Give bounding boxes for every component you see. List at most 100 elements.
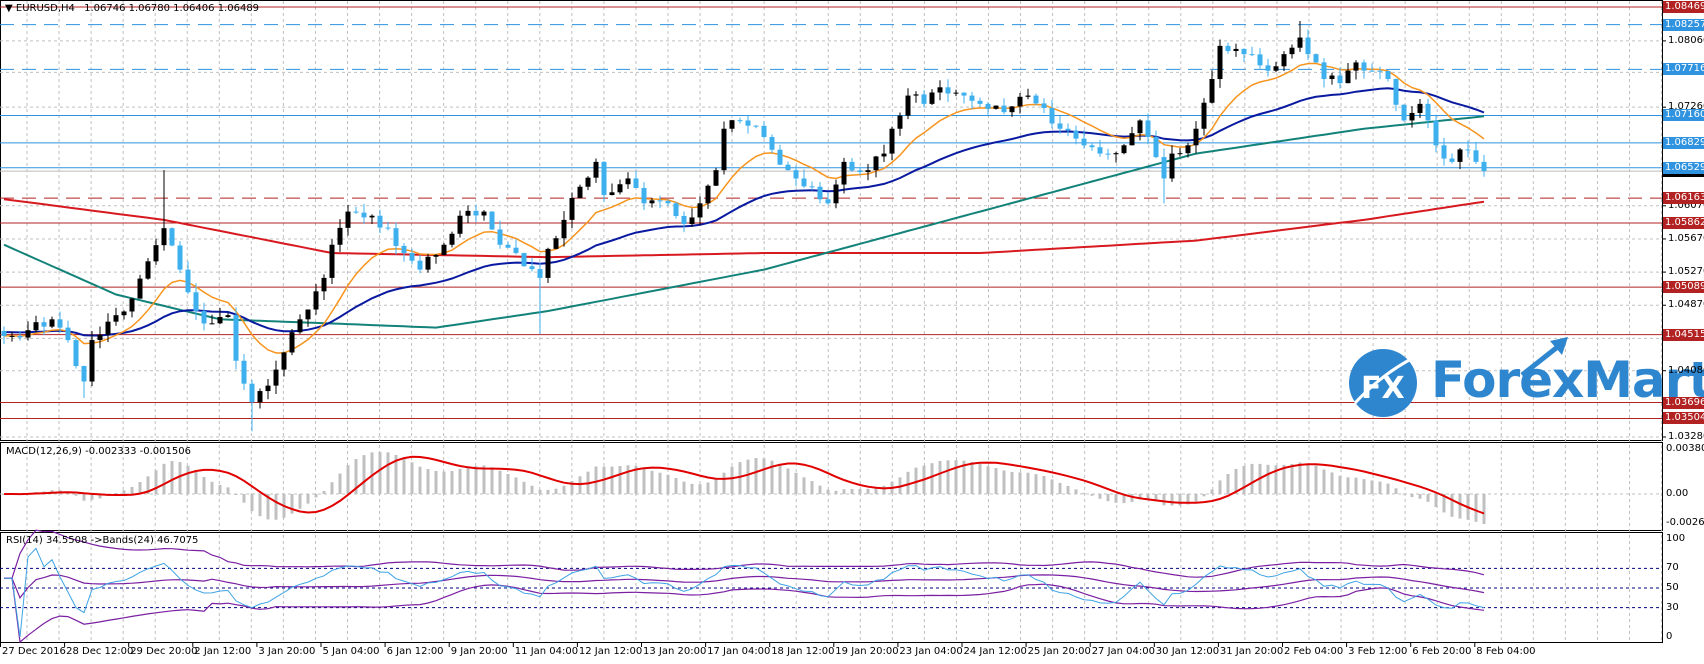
candle-bearish[interactable] xyxy=(769,137,775,150)
candle-bullish[interactable] xyxy=(305,309,311,320)
candle-bullish[interactable] xyxy=(993,105,999,109)
candle-bullish[interactable] xyxy=(457,215,463,234)
candle-bullish[interactable] xyxy=(953,92,959,94)
candle-bullish[interactable] xyxy=(145,261,151,279)
candle-bullish[interactable] xyxy=(289,332,295,353)
candle-bullish[interactable] xyxy=(1025,95,1031,97)
candle-bullish[interactable] xyxy=(1409,112,1415,121)
candle-bearish[interactable] xyxy=(1057,123,1063,129)
candle-bearish[interactable] xyxy=(1337,75,1343,84)
candle-bullish[interactable] xyxy=(137,278,143,299)
candle-bullish[interactable] xyxy=(297,319,303,333)
candle-bullish[interactable] xyxy=(89,340,95,382)
candle-bearish[interactable] xyxy=(241,360,247,384)
candle-bearish[interactable] xyxy=(977,100,983,104)
candle-bearish[interactable] xyxy=(785,164,791,171)
candle-bearish[interactable] xyxy=(489,211,495,230)
candle-bearish[interactable] xyxy=(193,292,199,312)
candle-bullish[interactable] xyxy=(913,94,919,96)
candle-bearish[interactable] xyxy=(353,211,359,213)
candle-bearish[interactable] xyxy=(969,95,975,101)
candle-bearish[interactable] xyxy=(249,383,255,403)
candle-bullish[interactable] xyxy=(1201,102,1207,129)
candle-bearish[interactable] xyxy=(657,200,663,202)
candle-bearish[interactable] xyxy=(1001,105,1007,113)
candle-bearish[interactable] xyxy=(1161,157,1167,179)
candle-bearish[interactable] xyxy=(985,103,991,109)
candle-bullish[interactable] xyxy=(329,244,335,278)
candle-bearish[interactable] xyxy=(633,178,639,189)
candle-bullish[interactable] xyxy=(1129,133,1135,146)
candle-bullish[interactable] xyxy=(481,211,487,216)
candle-bearish[interactable] xyxy=(1089,145,1095,148)
candle-bullish[interactable] xyxy=(449,233,455,245)
candle-bearish[interactable] xyxy=(1305,37,1311,55)
candle-bearish[interactable] xyxy=(1425,103,1431,121)
candle-bearish[interactable] xyxy=(169,228,175,246)
candle-bearish[interactable] xyxy=(393,228,399,246)
candle-bearish[interactable] xyxy=(1441,145,1447,159)
candle-bearish[interactable] xyxy=(1465,149,1471,151)
candle-bearish[interactable] xyxy=(761,125,767,138)
candle-bearish[interactable] xyxy=(1,330,7,336)
candle-bearish[interactable] xyxy=(1081,138,1087,146)
candle-bullish[interactable] xyxy=(369,215,375,218)
candle-bullish[interactable] xyxy=(1209,79,1215,103)
candle-bullish[interactable] xyxy=(25,330,31,338)
candle-bullish[interactable] xyxy=(569,197,575,220)
candle-bullish[interactable] xyxy=(161,228,167,246)
candle-bullish[interactable] xyxy=(625,178,631,185)
candle-bearish[interactable] xyxy=(793,170,799,179)
candle-bearish[interactable] xyxy=(505,244,511,248)
candle-bearish[interactable] xyxy=(945,87,951,94)
chart-canvas[interactable] xyxy=(0,0,1704,664)
candle-bullish[interactable] xyxy=(1297,37,1303,48)
candle-bullish[interactable] xyxy=(113,315,119,322)
candle-bearish[interactable] xyxy=(73,340,79,367)
candle-bullish[interactable] xyxy=(865,170,871,173)
candle-bearish[interactable] xyxy=(1385,70,1391,80)
candle-bullish[interactable] xyxy=(433,254,439,257)
candle-bearish[interactable] xyxy=(1401,104,1407,121)
candle-bearish[interactable] xyxy=(641,188,647,204)
candle-bullish[interactable] xyxy=(545,248,551,278)
candle-bullish[interactable] xyxy=(1273,66,1279,71)
candle-bullish[interactable] xyxy=(561,219,567,239)
candle-bearish[interactable] xyxy=(361,212,367,218)
candle-bullish[interactable] xyxy=(257,391,263,403)
candle-bullish[interactable] xyxy=(1289,47,1295,55)
candle-bearish[interactable] xyxy=(185,269,191,293)
candle-bullish[interactable] xyxy=(313,291,319,310)
candle-bearish[interactable] xyxy=(1225,45,1231,52)
candle-bullish[interactable] xyxy=(929,92,935,104)
candle-bearish[interactable] xyxy=(65,327,71,341)
candle-bearish[interactable] xyxy=(857,170,863,173)
candle-bearish[interactable] xyxy=(377,215,383,228)
candle-bullish[interactable] xyxy=(33,322,39,331)
candle-bullish[interactable] xyxy=(465,210,471,216)
candle-bearish[interactable] xyxy=(81,366,87,382)
candle-bearish[interactable] xyxy=(737,120,743,122)
candle-bearish[interactable] xyxy=(809,186,815,188)
candle-bearish[interactable] xyxy=(497,229,503,245)
candle-bullish[interactable] xyxy=(833,184,839,204)
candle-bearish[interactable] xyxy=(177,245,183,270)
candle-bullish[interactable] xyxy=(321,277,327,292)
candle-bullish[interactable] xyxy=(617,184,623,193)
candle-bullish[interactable] xyxy=(1009,106,1015,113)
candle-bullish[interactable] xyxy=(729,120,735,129)
candle-bullish[interactable] xyxy=(105,321,111,335)
candle-bearish[interactable] xyxy=(1105,153,1111,155)
candle-bearish[interactable] xyxy=(513,247,519,254)
candle-bullish[interactable] xyxy=(9,335,15,337)
candle-bearish[interactable] xyxy=(1433,120,1439,146)
candle-bullish[interactable] xyxy=(217,316,223,324)
candle-bullish[interactable] xyxy=(153,245,159,262)
candle-bullish[interactable] xyxy=(713,170,719,186)
candle-bullish[interactable] xyxy=(881,153,887,157)
candle-bearish[interactable] xyxy=(1041,103,1047,109)
candle-bearish[interactable] xyxy=(817,186,823,200)
candle-bearish[interactable] xyxy=(385,227,391,229)
candle-bearish[interactable] xyxy=(1153,137,1159,158)
candle-bullish[interactable] xyxy=(1169,153,1175,179)
